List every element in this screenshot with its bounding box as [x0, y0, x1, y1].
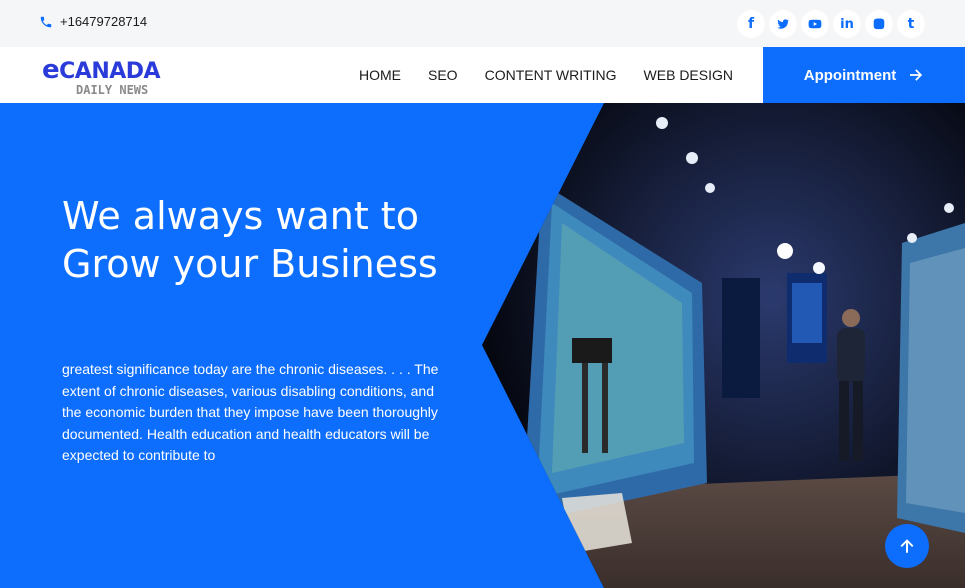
- twitter-icon[interactable]: [769, 10, 797, 38]
- phone-icon: [40, 16, 52, 27]
- hero-section: We always want to Grow your Business gre…: [0, 103, 965, 588]
- nav-link-seo[interactable]: SEO: [428, 67, 458, 83]
- studio-illustration: [482, 103, 965, 588]
- nav-link-home[interactable]: HOME: [359, 67, 401, 83]
- hero-title: We always want to Grow your Business: [62, 194, 438, 286]
- nav-link-web-design[interactable]: WEB DESIGN: [644, 67, 733, 83]
- scroll-to-top-button[interactable]: [885, 524, 929, 568]
- arrow-up-icon: [900, 539, 914, 553]
- nav-link-content-writing[interactable]: CONTENT WRITING: [485, 67, 617, 83]
- instagram-icon[interactable]: [865, 10, 893, 38]
- youtube-icon[interactable]: [801, 10, 829, 38]
- appointment-button[interactable]: Appointment: [763, 47, 965, 103]
- phone-contact[interactable]: +16479728714: [39, 14, 147, 29]
- tumblr-icon[interactable]: t: [897, 10, 925, 38]
- top-bar: +16479728714 f in t: [0, 0, 965, 47]
- hero-image-tv-studio: [482, 103, 965, 588]
- appointment-label: Appointment: [803, 66, 897, 84]
- site-logo[interactable]: eCANADA DAILY NEWS: [42, 55, 161, 99]
- phone-number: +16479728714: [60, 14, 148, 29]
- arrow-right-icon: [910, 69, 923, 81]
- social-links: f in t: [737, 10, 925, 38]
- nav-menu: HOME SEO CONTENT WRITING WEB DESIGN: [359, 47, 733, 103]
- logo-wordmark: eCANADA: [42, 55, 161, 85]
- facebook-icon[interactable]: f: [737, 10, 765, 38]
- logo-tagline: DAILY NEWS: [76, 83, 149, 97]
- hero-description: greatest significance today are the chro…: [62, 361, 439, 463]
- linkedin-icon[interactable]: in: [833, 10, 861, 38]
